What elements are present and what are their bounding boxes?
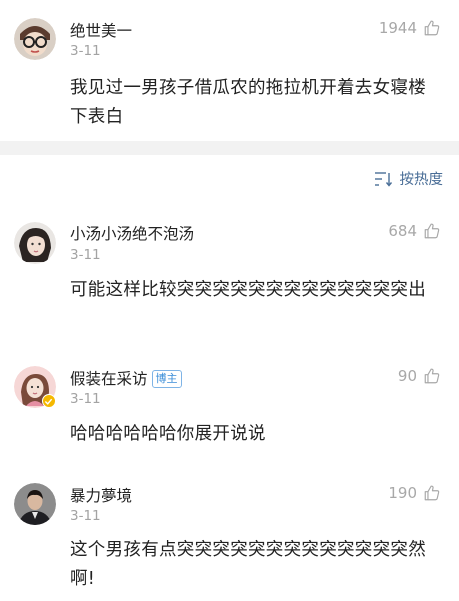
avatar-girl-photo-icon (14, 222, 56, 264)
comment-date: 3-11 (70, 43, 101, 59)
like-count: 90 (397, 367, 417, 385)
like-count: 1944 (378, 19, 417, 37)
username[interactable]: 假装在采访 博主 (70, 367, 182, 389)
like-button[interactable]: 684 (388, 222, 441, 240)
sort-by-hot-button[interactable]: 按热度 (374, 168, 444, 189)
sort-label: 按热度 (399, 172, 444, 188)
comment-date: 3-11 (70, 247, 101, 263)
verified-badge-icon (42, 394, 56, 408)
username[interactable]: 暴力夢境 (70, 484, 132, 506)
avatar[interactable] (14, 18, 56, 60)
like-button[interactable]: 1944 (379, 19, 441, 37)
blogger-badge: 博主 (151, 370, 182, 388)
like-count: 190 (388, 484, 417, 502)
thumbs-up-icon (424, 368, 440, 384)
comment-text: 可能这样比较突突突突突突突突突突突突突出 (70, 280, 426, 300)
username[interactable]: 绝世美一 (70, 19, 132, 41)
thumbs-up-icon (424, 20, 440, 36)
like-button[interactable]: 90 (398, 367, 441, 385)
avatar[interactable] (14, 222, 56, 264)
comment-page: 绝世美一 3-11 1944 我见过一男孩子借瓜农的拖拉机开着去女寝楼下表白 按… (0, 0, 459, 601)
comment-date: 3-11 (70, 391, 101, 407)
sort-lines-icon (374, 171, 392, 187)
avatar-sunglasses-cartoon-icon (14, 18, 56, 60)
username-text: 假装在采访 (70, 370, 148, 388)
username[interactable]: 小汤小汤绝不泡汤 (70, 222, 194, 244)
thumbs-up-icon (424, 223, 440, 239)
comment-text: 这个男孩有点突突突突突突突突突突突突突然啊! (70, 540, 426, 589)
avatar[interactable] (14, 366, 56, 408)
like-button[interactable]: 190 (388, 484, 441, 502)
thumbs-up-icon (424, 485, 440, 501)
comment-text: 我见过一男孩子借瓜农的拖拉机开着去女寝楼下表白 (70, 78, 426, 127)
comment-date: 3-11 (70, 508, 101, 524)
comment-text: 哈哈哈哈哈哈你展开说说 (70, 424, 266, 444)
like-count: 684 (388, 222, 417, 240)
avatar-man-suit-photo-icon (14, 483, 56, 525)
section-divider (0, 141, 459, 155)
avatar[interactable] (14, 483, 56, 525)
